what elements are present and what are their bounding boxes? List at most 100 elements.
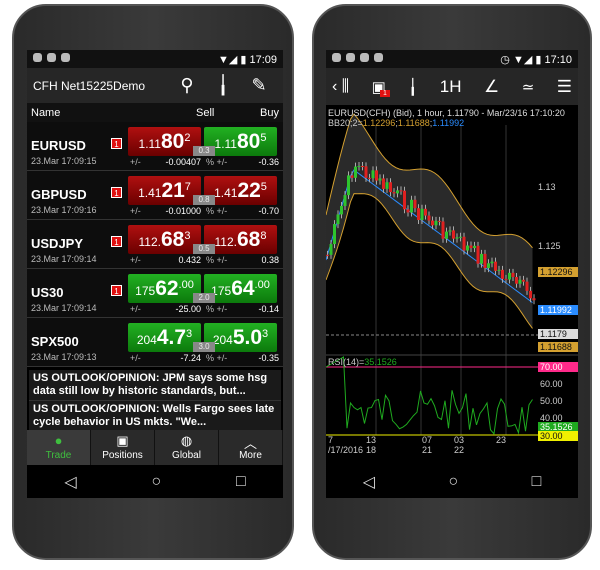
change-label: +/- (130, 255, 141, 265)
home-icon[interactable]: ○ (151, 473, 161, 491)
change-value: -0.00407 (165, 157, 201, 167)
timeframe-button[interactable]: 1H (440, 77, 462, 97)
candle (424, 208, 427, 216)
recents-icon[interactable]: □ (236, 473, 246, 491)
chart-toolbar: ‹ ⫼ ▣ 1 ╽ 1H ∠ ≃ ☰ (326, 68, 578, 105)
price-pip: 8 (260, 230, 267, 242)
back-icon[interactable]: ◁ (64, 472, 76, 492)
edit-icon[interactable]: ✎ (241, 75, 277, 96)
candle (508, 272, 511, 280)
rsi-line (326, 356, 533, 436)
sell-button[interactable]: 204 4.7 3 (128, 323, 201, 352)
name-col: Name (31, 106, 61, 119)
news-item[interactable]: US OUTLOOK/OPINION: Wells Fargo sees lat… (29, 401, 281, 432)
home-icon[interactable]: ○ (448, 473, 458, 491)
instrument-row[interactable]: US30 23.Mar 17:09:14 1 175 62.00 175 64.00… (27, 269, 283, 318)
candle (434, 220, 438, 226)
candle (340, 205, 343, 215)
back-icon[interactable]: ◁ (363, 472, 375, 492)
symbol: USDJPY (31, 236, 84, 251)
x-tick: 07 21 (422, 435, 432, 455)
candle (389, 182, 392, 193)
price-big: 80 (236, 130, 261, 153)
candle (382, 178, 385, 189)
x-tick-sub: 21 (422, 445, 433, 455)
last-price-tag: 1.1179 (538, 329, 578, 339)
search-icon[interactable]: ⚲ (169, 75, 205, 96)
candle (494, 261, 497, 271)
price-tick: 1.13 (538, 182, 556, 192)
left-phone: ▼◢ ▮ 17:09 CFH Net15225Demo ⚲ ╽ ✎ Name S… (12, 4, 294, 560)
instrument-row[interactable]: USDJPY 23.Mar 17:09:14 1 112. 68 3 112. 68 8… (27, 220, 283, 269)
bb-legend: BB20;2=1.12296;1.11688;1.11992 (328, 118, 465, 128)
candle (399, 190, 403, 192)
sell-button[interactable]: 112. 68 3 (128, 225, 201, 254)
candle (396, 190, 399, 194)
line-tool-icon[interactable]: ∠ (484, 77, 499, 97)
candle (487, 263, 490, 269)
instrument-row[interactable]: EURUSD 23.Mar 17:09:15 1 1.11 80 2 1.11 80 5… (27, 122, 283, 171)
change-label: +/- (130, 206, 141, 216)
candle (357, 165, 361, 167)
tab-more[interactable]: ︿ More (219, 430, 283, 465)
spread: 0.8 (193, 195, 215, 205)
price-prefix: 204 (136, 333, 157, 347)
back-button[interactable]: ‹ ⫼ (332, 78, 349, 96)
price-prefix: 175 (135, 284, 156, 298)
chart-type-icon[interactable]: ╽ (408, 78, 417, 96)
chart-icon[interactable]: ╽ (205, 75, 241, 96)
pct-value: -0.36 (258, 157, 279, 167)
globe-icon: ◍ (180, 433, 193, 448)
rsi-tick: 50.00 (540, 396, 563, 406)
x-tick-sub: 22 (454, 445, 465, 455)
price-chart[interactable] (326, 105, 578, 462)
position-badge: 1 (111, 285, 122, 296)
price-big: 62 (155, 277, 179, 300)
status-bar: ▼◢ ▮ 17:09 (27, 50, 283, 68)
x-tick: 23 (496, 435, 506, 445)
menu-icon[interactable]: ☰ (557, 77, 572, 97)
pct-label: % +/- (206, 157, 228, 167)
candle (333, 224, 336, 245)
candle (420, 208, 424, 221)
news-item[interactable]: US OUTLOOK/OPINION: JPM says some hsg da… (29, 370, 281, 401)
candle (368, 177, 371, 179)
nav-bar: ◁ ○ □ (27, 466, 283, 498)
sell-button[interactable]: 1.11 80 2 (128, 127, 201, 156)
price-pip: 5 (260, 132, 267, 144)
tab-global[interactable]: ◍ Global (155, 430, 219, 465)
recents-icon[interactable]: □ (532, 473, 542, 491)
pct-label: % +/- (206, 206, 228, 216)
pct-value: 0.38 (261, 255, 279, 265)
rsi-legend: RSI(14)=35.1526 (328, 357, 397, 367)
change-value: -0.01000 (165, 206, 201, 216)
x-tick-sub: 18 (366, 445, 377, 455)
account-selector[interactable]: CFH Net15225Demo (33, 79, 169, 93)
x-tick: 13 18 (366, 435, 376, 455)
price-prefix: 1.11 (138, 137, 161, 151)
bb-mid-tag: 1.11992 (538, 305, 578, 315)
price-pip: 3 (184, 230, 191, 242)
candle (497, 269, 501, 271)
candle (476, 245, 480, 264)
change-value: 0.432 (178, 255, 201, 265)
instrument-row[interactable]: GBPUSD 23.Mar 17:09:16 1 1.41 21 7 1.41 22 5… (27, 171, 283, 220)
candle (343, 195, 347, 206)
candle (403, 190, 406, 210)
tab-label: More (239, 450, 262, 461)
sell-button[interactable]: 175 62.00 (128, 274, 201, 303)
buy-col: Buy (260, 106, 279, 119)
spread: 0.5 (193, 244, 215, 254)
sell-button[interactable]: 1.41 21 7 (128, 176, 201, 205)
candle (329, 244, 333, 255)
x-tick-day: 23 (496, 435, 507, 445)
tab-trade[interactable]: ● Trade (27, 430, 91, 465)
instrument-row[interactable]: SPX500 23.Mar 17:09:13 204 4.7 3 204 5.0 3 3… (27, 318, 283, 367)
change-label: +/- (130, 304, 141, 314)
candle (326, 254, 329, 256)
indicator-icon[interactable]: ≃ (522, 78, 535, 96)
tab-positions[interactable]: ▣ Positions (91, 430, 155, 465)
price-pip: 2 (184, 132, 191, 144)
chart-area[interactable]: EURUSD(CFH) (Bid), 1 hour, 1.11790 - Mar… (326, 105, 578, 462)
x-tick-sub: /17/2016 (328, 445, 364, 455)
